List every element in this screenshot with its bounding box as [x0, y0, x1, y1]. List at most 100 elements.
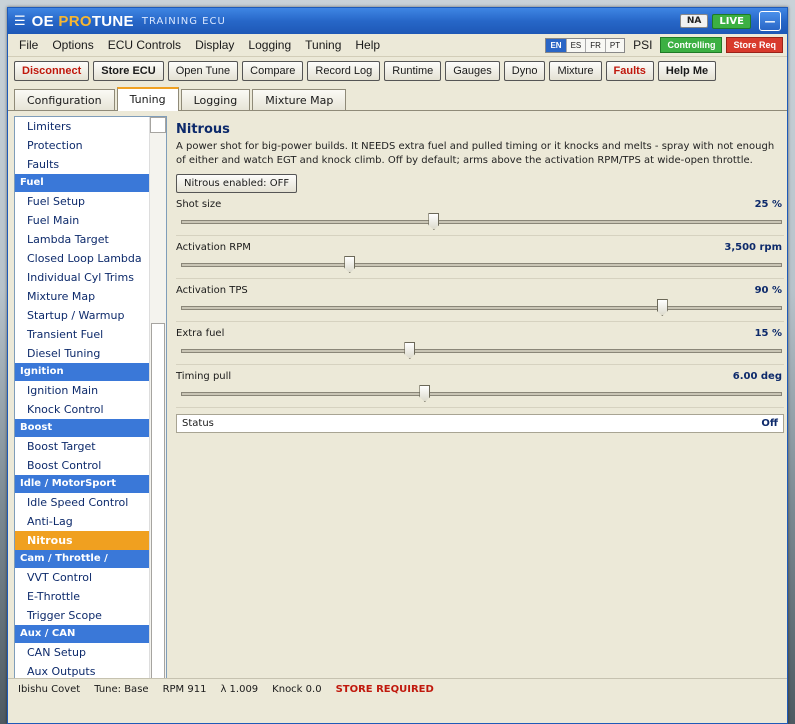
- menu-ecu-controls[interactable]: ECU Controls: [101, 38, 188, 52]
- sidebar-item-knock-control[interactable]: Knock Control: [15, 400, 151, 419]
- status-bar: Ibishu Covet Tune: Base RPM 911 λ 1.009 …: [8, 678, 787, 700]
- timing-pull-slider-track[interactable]: [181, 392, 782, 396]
- slider-row-activation-rpm: Activation RPM 3,500 rpm: [176, 236, 784, 279]
- status-lambda: λ 1.009: [220, 684, 259, 695]
- activation-rpm-slider-track[interactable]: [181, 263, 782, 267]
- app-subtitle: TRAINING ECU: [141, 15, 226, 27]
- tab-strip: Configuration Tuning Logging Mixture Map: [8, 85, 787, 111]
- slider-list: Shot size 25 % Activation RPM 3,500 rpm Acti…: [176, 193, 784, 408]
- panel-title: Nitrous: [176, 122, 230, 137]
- slider-row-shot-size: Shot size 25 %: [176, 193, 784, 236]
- shot-size-slider-track[interactable]: [181, 220, 782, 224]
- activation-tps-slider-thumb[interactable]: [656, 299, 668, 316]
- hamburger-icon[interactable]: ☰: [14, 14, 26, 29]
- sidebar-item-closed-loop-lambda[interactable]: Closed Loop Lambda: [15, 249, 151, 268]
- activation-rpm-label: Activation RPM: [176, 242, 251, 253]
- faults-button[interactable]: Faults: [605, 61, 654, 81]
- menu-file[interactable]: File: [12, 38, 45, 52]
- sidebar-item-transient-fuel[interactable]: Transient Fuel: [15, 325, 151, 344]
- status-field: Status Off: [176, 414, 784, 433]
- sidebar-item-faults[interactable]: Faults: [15, 155, 151, 174]
- sidebar-item-individual-cyl-trims[interactable]: Individual Cyl Trims: [15, 268, 151, 287]
- shot-size-value: 25 %: [754, 199, 782, 210]
- menu-help[interactable]: Help: [348, 38, 387, 52]
- mixture-button[interactable]: Mixture: [549, 61, 602, 81]
- extra-fuel-label: Extra fuel: [176, 328, 225, 339]
- dyno-button[interactable]: Dyno: [503, 61, 546, 81]
- sidebar-category-idle-motorsport: Idle / MotorSport: [15, 475, 151, 493]
- sidebar-item-nitrous[interactable]: Nitrous: [15, 531, 151, 550]
- tab-configuration[interactable]: Configuration: [14, 89, 115, 110]
- sidebar-category-ignition: Ignition: [15, 363, 151, 381]
- sidebar-item-can-setup[interactable]: CAN Setup: [15, 643, 151, 662]
- sidebar-item-vvt-control[interactable]: VVT Control: [15, 568, 151, 587]
- sidebar-category-boost: Boost: [15, 419, 151, 437]
- lang-es[interactable]: ES: [566, 38, 587, 52]
- timing-pull-slider-thumb[interactable]: [419, 385, 431, 402]
- sidebar-item-e-throttle[interactable]: E-Throttle: [15, 587, 151, 606]
- lang-fr[interactable]: FR: [586, 38, 606, 52]
- shot-size-label: Shot size: [176, 199, 222, 210]
- disconnect-button[interactable]: Disconnect: [14, 61, 90, 81]
- controlling-badge: Controlling: [660, 37, 723, 53]
- sidebar-item-limiters[interactable]: Limiters: [15, 117, 151, 136]
- tab-logging[interactable]: Logging: [180, 89, 251, 110]
- menu-tuning[interactable]: Tuning: [298, 38, 348, 52]
- runtime-button[interactable]: Runtime: [384, 61, 442, 81]
- compare-button[interactable]: Compare: [242, 61, 304, 81]
- nitrous-enable-toggle[interactable]: Nitrous enabled: OFF: [176, 174, 298, 193]
- panel-description: A power shot for big-power builds. It NE…: [176, 141, 775, 166]
- menu-display[interactable]: Display: [188, 38, 241, 52]
- sidebar-item-boost-target[interactable]: Boost Target: [15, 437, 151, 456]
- menu-bar: File Options ECU Controls Display Loggin…: [8, 34, 787, 57]
- units-toggle[interactable]: PSI: [633, 38, 652, 52]
- sidebar-item-protection[interactable]: Protection: [15, 136, 151, 155]
- help-me-button[interactable]: Help Me: [657, 61, 717, 81]
- tab-mixture-map[interactable]: Mixture Map: [252, 89, 347, 110]
- scroll-thumb[interactable]: [151, 323, 165, 681]
- sidebar-category-cam-throttle-trigger: Cam / Throttle / Trigger: [15, 550, 151, 582]
- sidebar-scrollbar[interactable]: [149, 117, 166, 699]
- status-knock: Knock 0.0: [272, 684, 322, 695]
- store-ecu-button[interactable]: Store ECU: [93, 61, 164, 81]
- status-tune: Tune: Base: [94, 684, 149, 695]
- scroll-up-arrow[interactable]: [150, 117, 166, 133]
- status-value: Off: [761, 418, 778, 429]
- extra-fuel-slider-thumb[interactable]: [404, 342, 416, 359]
- sidebar-item-ignition-main[interactable]: Ignition Main: [15, 381, 151, 400]
- record-log-button[interactable]: Record Log: [307, 61, 381, 81]
- main-area: Limiters Protection Faults Fuel Fuel Setup Fu…: [8, 113, 787, 700]
- sidebar-item-startup-warmup[interactable]: Startup / Warmup: [15, 306, 151, 325]
- open-tune-button[interactable]: Open Tune: [167, 61, 239, 81]
- sidebar-nav: Limiters Protection Faults Fuel Fuel Setup Fu…: [14, 116, 167, 700]
- timing-pull-label: Timing pull: [176, 371, 232, 382]
- lang-en[interactable]: EN: [546, 38, 567, 52]
- gauges-button[interactable]: Gauges: [445, 61, 500, 81]
- activation-rpm-slider-thumb[interactable]: [344, 256, 356, 273]
- status-car: Ibishu Covet: [18, 684, 81, 695]
- nitrous-panel: Nitrous A power shot for big-power build…: [176, 116, 784, 700]
- minimize-button[interactable]: —: [759, 11, 781, 31]
- sidebar-item-trigger-scope[interactable]: Trigger Scope: [15, 606, 151, 625]
- slider-row-activation-tps: Activation TPS 90 %: [176, 279, 784, 322]
- menu-logging[interactable]: Logging: [241, 38, 298, 52]
- sidebar-item-anti-lag[interactable]: Anti-Lag: [15, 512, 151, 531]
- lang-pt[interactable]: PT: [605, 38, 625, 52]
- na-badge: NA: [679, 14, 709, 28]
- activation-rpm-value: 3,500 rpm: [724, 242, 782, 253]
- activation-tps-slider-track[interactable]: [181, 306, 782, 310]
- sidebar-item-boost-control[interactable]: Boost Control: [15, 456, 151, 475]
- extra-fuel-slider-track[interactable]: [181, 349, 782, 353]
- shot-size-slider-thumb[interactable]: [428, 213, 440, 230]
- sidebar-item-fuel-setup[interactable]: Fuel Setup: [15, 192, 151, 211]
- sidebar-item-idle-speed-control[interactable]: Idle Speed Control: [15, 493, 151, 512]
- sidebar-item-fuel-main[interactable]: Fuel Main: [15, 211, 151, 230]
- menu-options[interactable]: Options: [45, 38, 100, 52]
- sidebar-item-diesel-tuning[interactable]: Diesel Tuning: [15, 344, 151, 363]
- timing-pull-value: 6.00 deg: [732, 371, 782, 382]
- app-brand: OE PROTUNE: [31, 12, 134, 30]
- store-required-warning: STORE REQUIRED: [335, 684, 434, 695]
- sidebar-item-lambda-target[interactable]: Lambda Target: [15, 230, 151, 249]
- sidebar-item-mixture-map[interactable]: Mixture Map: [15, 287, 151, 306]
- tab-tuning[interactable]: Tuning: [116, 87, 179, 111]
